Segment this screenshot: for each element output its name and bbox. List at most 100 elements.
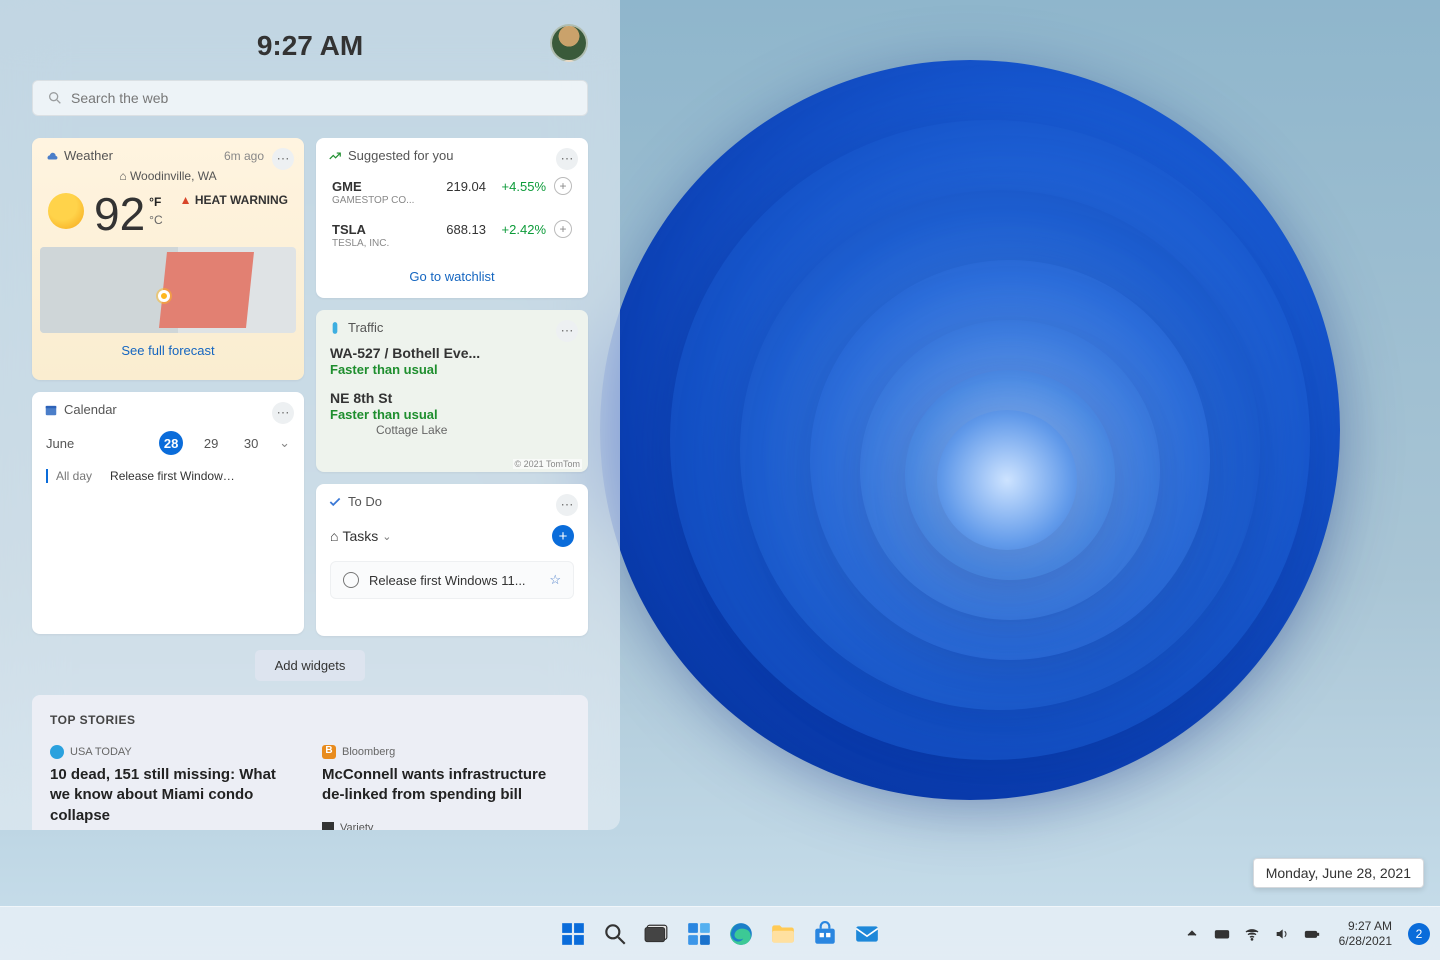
traffic-status-1: Faster than usual: [316, 361, 588, 378]
stocks-widget[interactable]: Suggested for you ⋯ GME 219.04 +4.55% + …: [316, 138, 588, 298]
calendar-icon: [44, 403, 58, 417]
traffic-road-2: NE 8th St: [316, 378, 588, 406]
forecast-link[interactable]: See full forecast: [32, 333, 304, 368]
store-button[interactable]: [809, 918, 841, 950]
calendar-day-28[interactable]: 28: [159, 431, 183, 455]
stock-company-name: GAMESTOP CO...: [316, 195, 588, 206]
weather-units[interactable]: °F°C: [149, 193, 162, 229]
chevron-down-icon[interactable]: ⌄: [279, 435, 290, 451]
search-placeholder: Search the web: [71, 90, 168, 106]
stock-price: 219.04: [392, 179, 486, 194]
weather-title: Weather: [64, 148, 113, 163]
volume-icon[interactable]: [1273, 925, 1291, 943]
todo-list-name[interactable]: Tasks: [342, 528, 378, 544]
widgets-taskbar-button[interactable]: [683, 918, 715, 950]
star-icon[interactable]: ☆: [549, 572, 561, 588]
story-headline: McConnell wants infrastructure de-linked…: [322, 765, 570, 806]
traffic-more-button[interactable]: ⋯: [556, 320, 578, 342]
stock-row-gme[interactable]: GME 219.04 +4.55% +: [316, 173, 588, 195]
weather-icon: [44, 149, 58, 163]
source-name: Bloomberg: [342, 746, 395, 758]
story-footer-source: Variety: [340, 822, 373, 831]
taskbar-clock[interactable]: 9:27 AM 6/28/2021: [1339, 919, 1392, 948]
story-2[interactable]: B Bloomberg McConnell wants infrastructur…: [322, 745, 570, 830]
map-copyright: © 2021 TomTom: [513, 459, 583, 469]
add-stock-button[interactable]: +: [554, 177, 572, 195]
battery-icon[interactable]: [1303, 925, 1321, 943]
weather-temperature: 92: [94, 187, 145, 241]
stock-row-tsla[interactable]: TSLA 688.13 +2.42% +: [316, 216, 588, 238]
sun-icon: [48, 193, 84, 229]
notification-badge[interactable]: 2: [1408, 923, 1430, 945]
wifi-icon[interactable]: [1243, 925, 1261, 943]
search-icon: [47, 90, 63, 106]
check-icon: [328, 495, 342, 509]
taskbar: 9:27 AM 6/28/2021 2: [0, 906, 1440, 960]
home-icon: ⌂: [330, 528, 338, 544]
task-view-button[interactable]: [641, 918, 673, 950]
search-box[interactable]: Search the web: [32, 80, 588, 116]
story-1[interactable]: USA TODAY 10 dead, 151 still missing: Wh…: [50, 745, 298, 830]
all-day-label: All day: [56, 469, 92, 483]
weather-location: ⌂ Woodinville, WA: [32, 169, 304, 183]
calendar-day-29[interactable]: 29: [199, 431, 223, 455]
weather-age: 6m ago: [224, 149, 264, 163]
stock-change: +4.55%: [486, 179, 546, 194]
tray-time: 9:27 AM: [1339, 919, 1392, 933]
widgets-panel: 9:27 AM Search the web Weather 6m ago ⋯ …: [0, 0, 620, 830]
todo-more-button[interactable]: ⋯: [556, 494, 578, 516]
traffic-title: Traffic: [348, 320, 383, 335]
stock-change: +2.42%: [486, 222, 546, 237]
date-tooltip: Monday, June 28, 2021: [1253, 858, 1424, 888]
calendar-day-30[interactable]: 30: [239, 431, 263, 455]
calendar-title: Calendar: [64, 402, 117, 417]
start-button[interactable]: [557, 918, 589, 950]
calendar-event[interactable]: Release first Windows 1...: [110, 469, 240, 483]
mail-button[interactable]: [851, 918, 883, 950]
traffic-place: Cottage Lake: [316, 423, 588, 437]
keyboard-icon[interactable]: [1213, 925, 1231, 943]
calendar-month: June: [46, 436, 74, 451]
stock-symbol: GME: [332, 179, 392, 194]
weather-alert-map: [40, 247, 296, 333]
tray-date: 6/28/2021: [1339, 934, 1392, 948]
todo-widget[interactable]: To Do ⋯ ⌂ Tasks ⌄ + Release first Window…: [316, 484, 588, 636]
source-icon: [322, 822, 334, 831]
stock-symbol: TSLA: [332, 222, 392, 237]
chart-icon: [328, 149, 342, 163]
top-stories-widget[interactable]: TOP STORIES USA TODAY 10 dead, 151 still…: [32, 695, 588, 830]
tray-chevron[interactable]: [1183, 925, 1201, 943]
stock-price: 688.13: [392, 222, 486, 237]
source-name: USA TODAY: [70, 746, 132, 758]
traffic-widget[interactable]: Traffic ⋯ WA-527 / Bothell Eve... Faster…: [316, 310, 588, 472]
calendar-widget[interactable]: Calendar ⋯ June 28 29 30 ⌄ All day Relea…: [32, 392, 304, 634]
todo-title: To Do: [348, 494, 382, 509]
traffic-icon: [328, 321, 342, 335]
traffic-status-2: Faster than usual: [316, 406, 588, 423]
stocks-title: Suggested for you: [348, 148, 454, 163]
edge-button[interactable]: [725, 918, 757, 950]
traffic-road-1: WA-527 / Bothell Eve...: [316, 345, 588, 361]
task-checkbox[interactable]: [343, 572, 359, 588]
source-icon: [50, 745, 64, 759]
todo-task[interactable]: Release first Windows 11... ☆: [330, 561, 574, 599]
widgets-clock: 9:27 AM: [257, 30, 363, 62]
file-explorer-button[interactable]: [767, 918, 799, 950]
chevron-down-icon[interactable]: ⌄: [382, 530, 391, 543]
stocks-more-button[interactable]: ⋯: [556, 148, 578, 170]
source-icon: B: [322, 745, 336, 759]
task-text: Release first Windows 11...: [369, 573, 539, 588]
weather-more-button[interactable]: ⋯: [272, 148, 294, 170]
user-avatar[interactable]: [550, 24, 588, 62]
stock-company-name: TESLA, INC.: [316, 238, 588, 249]
heat-warning: ▲ HEAT WARNING: [163, 193, 288, 207]
story-headline: 10 dead, 151 still missing: What we know…: [50, 765, 298, 826]
watchlist-link[interactable]: Go to watchlist: [316, 259, 588, 298]
top-stories-heading: TOP STORIES: [50, 713, 570, 727]
calendar-more-button[interactable]: ⋯: [272, 402, 294, 424]
taskbar-search-button[interactable]: [599, 918, 631, 950]
add-widgets-button[interactable]: Add widgets: [255, 650, 365, 681]
weather-widget[interactable]: Weather 6m ago ⋯ ⌂ Woodinville, WA 92 °F…: [32, 138, 304, 380]
add-stock-button[interactable]: +: [554, 220, 572, 238]
add-task-button[interactable]: +: [552, 525, 574, 547]
